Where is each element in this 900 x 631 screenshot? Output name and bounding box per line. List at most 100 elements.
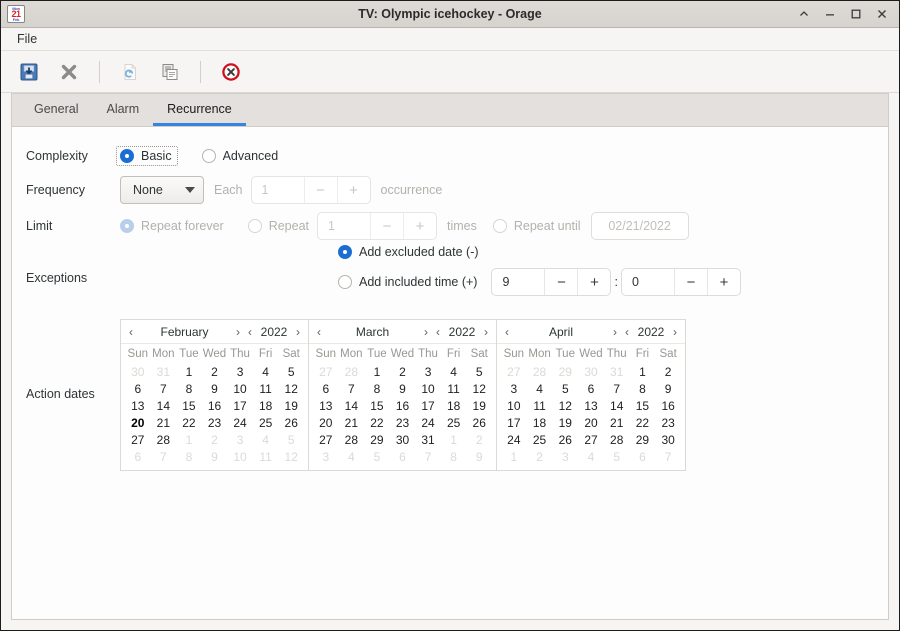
calendar-day[interactable]: 31 xyxy=(415,431,441,448)
calendar-day[interactable]: 7 xyxy=(151,448,177,465)
calendar-day[interactable]: 4 xyxy=(578,448,604,465)
calendar-day[interactable]: 13 xyxy=(578,397,604,414)
calendar-day[interactable]: 11 xyxy=(253,448,279,465)
prev-month-button[interactable]: ‹ xyxy=(313,326,325,338)
calendar-day[interactable]: 31 xyxy=(604,363,630,380)
prev-month-button[interactable]: ‹ xyxy=(501,326,513,338)
exception-minute-plus-button[interactable]: + xyxy=(706,269,740,295)
frequency-select[interactable]: None xyxy=(120,176,204,204)
calendar-day[interactable]: 17 xyxy=(415,397,441,414)
calendar-day[interactable]: 24 xyxy=(501,431,527,448)
calendar-day[interactable]: 10 xyxy=(415,380,441,397)
calendar-day[interactable]: 18 xyxy=(253,397,279,414)
calendar-day[interactable]: 5 xyxy=(278,363,304,380)
calendar-day[interactable]: 26 xyxy=(552,431,578,448)
calendar-day[interactable]: 28 xyxy=(339,363,365,380)
calendar-day[interactable]: 9 xyxy=(202,380,228,397)
calendar-day[interactable]: 20 xyxy=(578,414,604,431)
calendar-day[interactable]: 20 xyxy=(313,414,339,431)
calendar-day[interactable]: 2 xyxy=(202,431,228,448)
calendar-day[interactable]: 7 xyxy=(151,380,177,397)
calendar-day[interactable]: 28 xyxy=(527,363,553,380)
calendar-day[interactable]: 6 xyxy=(125,448,151,465)
prev-month-button[interactable]: ‹ xyxy=(125,326,137,338)
calendar-day[interactable]: 14 xyxy=(339,397,365,414)
calendar-day[interactable]: 5 xyxy=(552,380,578,397)
calendar-day[interactable]: 14 xyxy=(604,397,630,414)
exceptions-included-time-radio[interactable]: Add included time (+) xyxy=(338,275,477,289)
calendar-day[interactable]: 21 xyxy=(339,414,365,431)
calendar-day[interactable]: 5 xyxy=(466,363,492,380)
calendar-day[interactable]: 6 xyxy=(313,380,339,397)
next-month-button[interactable]: › xyxy=(232,326,244,338)
calendar-day[interactable]: 28 xyxy=(151,431,177,448)
next-year-button[interactable]: › xyxy=(292,326,304,338)
calendar-day[interactable]: 27 xyxy=(501,363,527,380)
calendar-day[interactable]: 17 xyxy=(501,414,527,431)
calendar-day[interactable]: 8 xyxy=(176,380,202,397)
calendar-day[interactable]: 16 xyxy=(390,397,416,414)
calendar-day[interactable]: 15 xyxy=(630,397,656,414)
calendar-day[interactable]: 4 xyxy=(527,380,553,397)
calendar-day[interactable]: 17 xyxy=(227,397,253,414)
calendar-day[interactable]: 3 xyxy=(227,431,253,448)
exception-minute-minus-button[interactable]: − xyxy=(673,269,707,295)
calendar-day[interactable]: 30 xyxy=(578,363,604,380)
calendar-day[interactable]: 27 xyxy=(313,431,339,448)
calendar-day[interactable]: 29 xyxy=(364,431,390,448)
calendar-day[interactable]: 25 xyxy=(527,431,553,448)
calendar-day[interactable]: 12 xyxy=(552,397,578,414)
revert-button[interactable] xyxy=(112,55,148,89)
limit-repeat-count-stepper[interactable]: 1 − + xyxy=(317,212,437,240)
calendar-day[interactable]: 30 xyxy=(655,431,681,448)
calendar-day[interactable]: 2 xyxy=(527,448,553,465)
calendar-day[interactable]: 1 xyxy=(364,363,390,380)
exception-hour-stepper[interactable]: 9 − + xyxy=(491,268,612,296)
calendar-day[interactable]: 14 xyxy=(151,397,177,414)
minimize-button[interactable] xyxy=(823,7,837,21)
calendar-day[interactable]: 6 xyxy=(578,380,604,397)
calendar-day[interactable]: 9 xyxy=(655,380,681,397)
calendar-day[interactable]: 11 xyxy=(441,380,467,397)
calendar-day[interactable]: 19 xyxy=(278,397,304,414)
calendar-day[interactable]: 4 xyxy=(253,431,279,448)
next-year-button[interactable]: › xyxy=(669,326,681,338)
calendar-day[interactable]: 7 xyxy=(604,380,630,397)
calendar-day[interactable]: 8 xyxy=(441,448,467,465)
calendar-day[interactable]: 3 xyxy=(415,363,441,380)
calendar-day[interactable]: 12 xyxy=(278,380,304,397)
calendar-day[interactable]: 2 xyxy=(202,363,228,380)
delete-button[interactable] xyxy=(51,55,87,89)
calendar-day[interactable]: 1 xyxy=(441,431,467,448)
next-month-button[interactable]: › xyxy=(420,326,432,338)
calendar-day[interactable]: 23 xyxy=(655,414,681,431)
calendar-day[interactable]: 7 xyxy=(415,448,441,465)
tab-recurrence[interactable]: Recurrence xyxy=(153,94,246,126)
close-button[interactable] xyxy=(875,7,889,21)
calendar-day[interactable]: 30 xyxy=(390,431,416,448)
calendar-day[interactable]: 27 xyxy=(125,431,151,448)
calendar-day-selected[interactable]: 20 xyxy=(125,414,151,431)
maximize-button[interactable] xyxy=(849,7,863,21)
calendar-day[interactable]: 15 xyxy=(176,397,202,414)
calendar-day[interactable]: 10 xyxy=(501,397,527,414)
exceptions-excluded-date-radio[interactable]: Add excluded date (-) xyxy=(338,245,479,259)
calendar-day[interactable]: 31 xyxy=(151,363,177,380)
exception-hour-plus-button[interactable]: + xyxy=(577,269,610,295)
calendar-day[interactable]: 11 xyxy=(253,380,279,397)
calendar-day[interactable]: 6 xyxy=(630,448,656,465)
calendar-day[interactable]: 16 xyxy=(655,397,681,414)
save-button[interactable] xyxy=(11,55,47,89)
calendar-day[interactable]: 29 xyxy=(630,431,656,448)
calendar-day[interactable]: 1 xyxy=(630,363,656,380)
calendar-day[interactable]: 9 xyxy=(466,448,492,465)
complexity-basic-radio[interactable]: Basic xyxy=(116,146,178,166)
frequency-count-stepper[interactable]: 1 − + xyxy=(250,176,371,204)
calendar-day[interactable]: 18 xyxy=(441,397,467,414)
calendar-day[interactable]: 22 xyxy=(364,414,390,431)
next-year-button[interactable]: › xyxy=(480,326,492,338)
calendar-day[interactable]: 3 xyxy=(552,448,578,465)
tab-alarm[interactable]: Alarm xyxy=(92,94,153,126)
calendar-day[interactable]: 13 xyxy=(313,397,339,414)
calendar-day[interactable]: 19 xyxy=(466,397,492,414)
